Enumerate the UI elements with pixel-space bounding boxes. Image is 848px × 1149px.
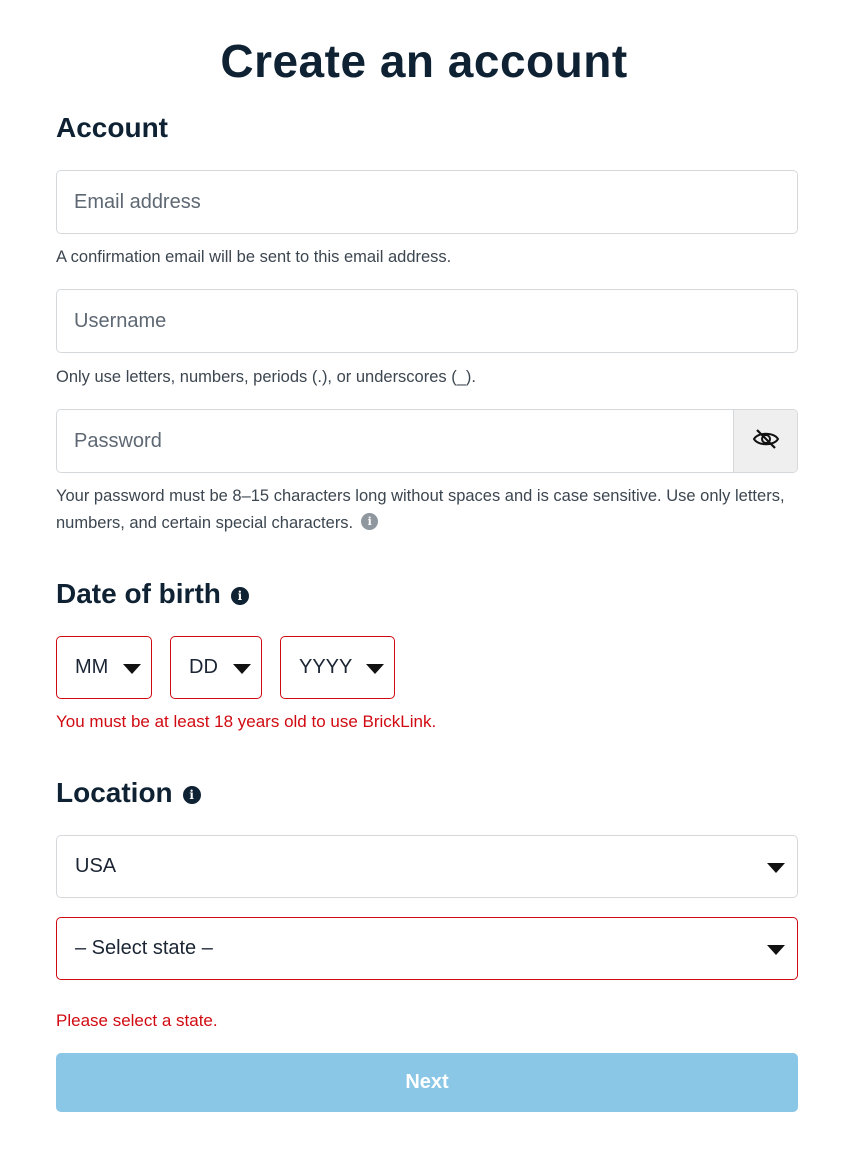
eye-slash-icon	[752, 427, 780, 456]
password-visibility-toggle[interactable]	[733, 410, 797, 472]
email-field[interactable]	[56, 170, 798, 234]
username-input[interactable]	[57, 290, 797, 352]
email-hint: A confirmation email will be sent to thi…	[56, 248, 452, 266]
state-error: Please select a state.	[56, 1011, 218, 1030]
account-heading: Account	[56, 112, 168, 144]
country-value: USA	[75, 855, 117, 877]
dob-error: You must be at least 18 years old to use…	[56, 712, 437, 731]
username-hint: Only use letters, numbers, periods (.), …	[56, 368, 476, 386]
location-heading: Location i	[56, 777, 201, 809]
page-title: Create an account	[220, 35, 628, 87]
next-button-label: Next	[405, 1071, 449, 1093]
dob-heading: Date of birth i	[56, 578, 249, 610]
country-select[interactable]: USA	[56, 835, 798, 898]
account-heading-label: Account	[56, 112, 168, 143]
chevron-down-icon	[767, 862, 785, 873]
password-info-icon[interactable]: i	[361, 513, 379, 531]
password-hint: Your password must be 8–15 characters lo…	[56, 483, 798, 537]
chevron-down-icon	[366, 663, 384, 674]
next-button[interactable]: Next	[56, 1053, 798, 1112]
month-select[interactable]: MM	[56, 636, 152, 699]
state-value: – Select state –	[75, 937, 213, 959]
email-input[interactable]	[57, 171, 797, 233]
year-value: YYYY	[299, 656, 353, 678]
chevron-down-icon	[123, 663, 141, 674]
location-info-icon[interactable]: i	[182, 786, 201, 804]
state-select[interactable]: – Select state –	[56, 917, 798, 980]
password-hint-text: Your password must be 8–15 characters lo…	[56, 487, 785, 532]
day-value: DD	[189, 656, 218, 678]
year-select[interactable]: YYYY	[280, 636, 395, 699]
dob-heading-label: Date of birth	[56, 578, 221, 609]
month-value: MM	[75, 656, 109, 678]
day-select[interactable]: DD	[170, 636, 262, 699]
chevron-down-icon	[233, 663, 251, 674]
username-field[interactable]	[56, 289, 798, 353]
dob-info-icon[interactable]: i	[230, 587, 249, 605]
password-input[interactable]	[57, 410, 733, 472]
location-heading-label: Location	[56, 777, 173, 808]
password-field[interactable]	[56, 409, 798, 473]
chevron-down-icon	[767, 944, 785, 955]
